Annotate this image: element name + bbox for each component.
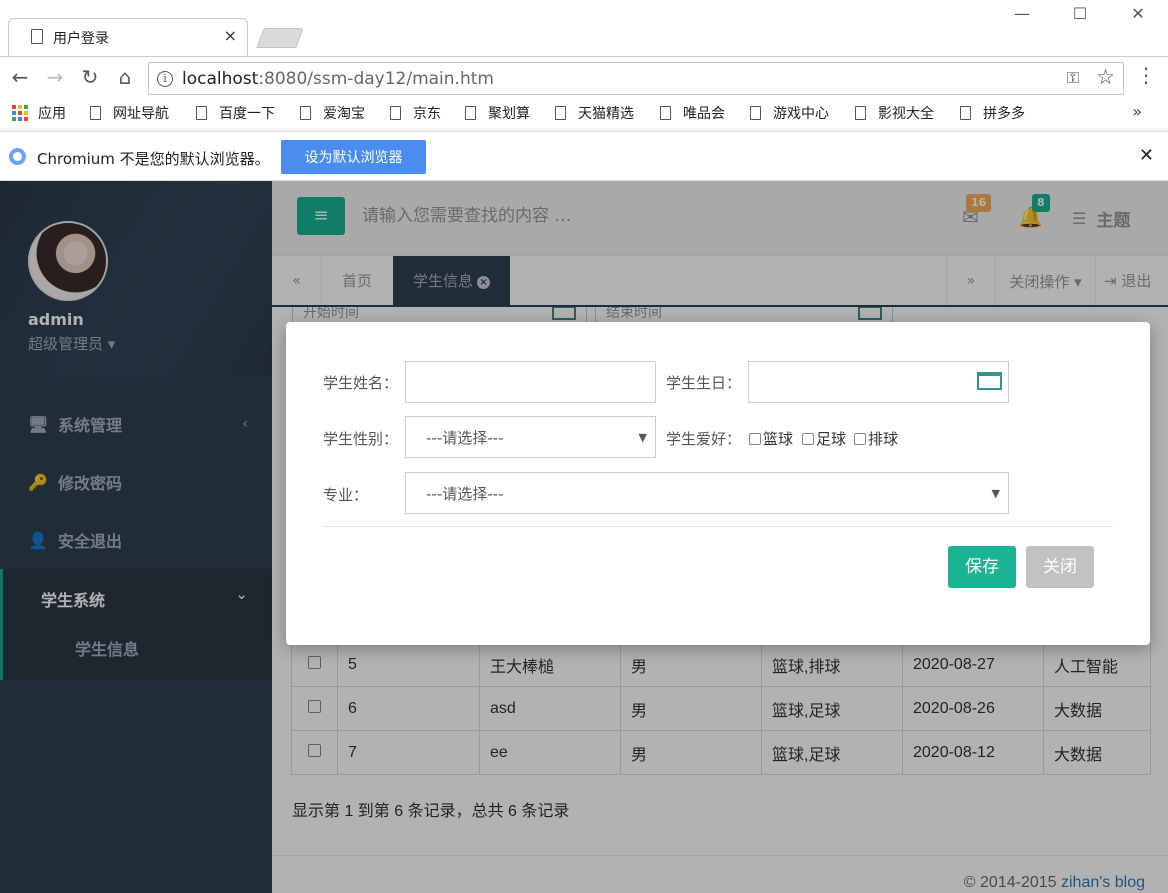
bookmark-item[interactable]: 唯品会 bbox=[660, 103, 725, 123]
bookmark-label: 网址导航 bbox=[113, 106, 169, 122]
home-icon[interactable]: ⌂ bbox=[113, 65, 137, 89]
gender-selected-value: ---请选择--- bbox=[426, 429, 504, 447]
bookmark-label: 应用 bbox=[38, 106, 66, 122]
hobby-checkbox[interactable] bbox=[749, 432, 761, 445]
page-icon bbox=[90, 106, 101, 120]
hobby-option-label: 排球 bbox=[868, 430, 899, 448]
reload-icon[interactable]: ↻ bbox=[78, 65, 102, 89]
browser-tabstrip: 用户登录 × — ☐ ✕ bbox=[0, 0, 1168, 56]
bookmark-item[interactable]: 京东 bbox=[390, 103, 441, 123]
birthday-label: 学生生日： bbox=[666, 374, 742, 392]
key-icon[interactable]: ⚿ bbox=[1067, 68, 1079, 88]
bookmark-label: 拼多多 bbox=[983, 106, 1025, 122]
infobar-message: Chromium 不是您的默认浏览器。 bbox=[37, 150, 270, 168]
bookmarks-more-icon[interactable]: » bbox=[1132, 102, 1142, 121]
bookmark-item[interactable]: 聚划算 bbox=[465, 103, 530, 123]
dropdown-caret-icon: ▼ bbox=[638, 431, 647, 444]
address-bar[interactable]: i localhost:8080/ssm-day12/main.htm ⚿ ☆ bbox=[148, 62, 1124, 95]
bookmark-label: 爱淘宝 bbox=[323, 106, 365, 122]
apps-grid-icon bbox=[12, 105, 28, 121]
bookmark-item[interactable]: 百度一下 bbox=[196, 103, 275, 123]
maximize-button[interactable]: ☐ bbox=[1060, 4, 1100, 23]
hobby-label: 学生爱好： bbox=[666, 430, 742, 448]
bookmark-item[interactable]: 拼多多 bbox=[960, 103, 1025, 123]
page-icon bbox=[750, 106, 761, 120]
student-birthday-input[interactable] bbox=[748, 361, 1009, 403]
name-label: 学生姓名： bbox=[323, 374, 399, 392]
url-host: localhost bbox=[182, 69, 259, 89]
page-icon bbox=[300, 106, 311, 120]
page-icon bbox=[660, 106, 671, 120]
bookmark-label: 影视大全 bbox=[878, 106, 934, 122]
bookmark-item[interactable]: 游戏中心 bbox=[750, 103, 829, 123]
bookmark-item[interactable]: 天猫精选 bbox=[555, 103, 634, 123]
bookmark-item[interactable]: 网址导航 bbox=[90, 103, 169, 123]
tab-close-icon[interactable]: × bbox=[224, 26, 237, 45]
page-icon bbox=[465, 106, 476, 120]
chromium-logo-icon bbox=[9, 148, 26, 165]
calendar-icon[interactable] bbox=[977, 372, 1002, 390]
admin-app: admin 超级管理员 ▾ 🖥 系统管理 ‹ 🔑 修改密码 👤 安全退出 学生系… bbox=[0, 181, 1168, 893]
page-icon bbox=[196, 106, 207, 120]
major-label: 专业： bbox=[323, 486, 369, 504]
page-icon bbox=[390, 106, 401, 120]
bookmark-star-icon[interactable]: ☆ bbox=[1096, 65, 1115, 89]
info-icon[interactable]: i bbox=[157, 71, 173, 87]
close-button[interactable]: 关闭 bbox=[1026, 546, 1094, 588]
bookmark-label: 百度一下 bbox=[219, 106, 275, 122]
modal-divider bbox=[322, 526, 1113, 527]
student-form-modal: 学生姓名： 学生生日： 学生性别： ---请选择--- ▼ 学生爱好： 篮球 足… bbox=[286, 322, 1150, 645]
dropdown-caret-icon: ▼ bbox=[991, 487, 1000, 500]
bookmark-label: 唯品会 bbox=[683, 106, 725, 122]
browser-tab-title: 用户登录 bbox=[53, 31, 109, 47]
bookmark-apps[interactable]: 应用 bbox=[12, 103, 66, 123]
set-default-browser-button[interactable]: 设为默认浏览器 bbox=[281, 140, 426, 174]
bookmark-item[interactable]: 影视大全 bbox=[855, 103, 934, 123]
bookmark-label: 京东 bbox=[413, 106, 441, 122]
bookmark-label: 游戏中心 bbox=[773, 106, 829, 122]
major-selected-value: ---请选择--- bbox=[426, 485, 504, 503]
new-tab-button[interactable] bbox=[256, 28, 304, 48]
bookmarks-bar: 应用 网址导航 百度一下 爱淘宝 京东 聚划算 天猫精选 唯品会 游戏中心 影视… bbox=[0, 98, 1168, 128]
save-button[interactable]: 保存 bbox=[948, 546, 1016, 588]
gender-select[interactable]: ---请选择--- ▼ bbox=[405, 416, 656, 458]
gender-label: 学生性别： bbox=[323, 430, 399, 448]
bookmark-item[interactable]: 爱淘宝 bbox=[300, 103, 365, 123]
page-icon bbox=[855, 106, 866, 120]
minimize-button[interactable]: — bbox=[1002, 4, 1042, 23]
hobby-checkbox[interactable] bbox=[854, 432, 866, 445]
url-text[interactable]: localhost:8080/ssm-day12/main.htm bbox=[182, 69, 494, 89]
major-select[interactable]: ---请选择--- ▼ bbox=[405, 472, 1009, 514]
page-icon bbox=[960, 106, 971, 120]
back-arrow-icon[interactable]: ← bbox=[8, 65, 32, 89]
bookmark-label: 聚划算 bbox=[488, 106, 530, 122]
hobby-option-volleyball[interactable]: 排球 bbox=[854, 428, 898, 449]
hobby-option-label: 足球 bbox=[816, 430, 847, 448]
page-icon bbox=[555, 106, 566, 120]
bookmark-label: 天猫精选 bbox=[578, 106, 634, 122]
browser-menu-icon[interactable]: ⋮ bbox=[1136, 63, 1156, 87]
browser-toolbar: ← → ↻ ⌂ i localhost:8080/ssm-day12/main.… bbox=[0, 56, 1168, 98]
url-path: :8080/ssm-day12/main.htm bbox=[258, 69, 494, 89]
default-browser-infobar: Chromium 不是您的默认浏览器。 设为默认浏览器 ✕ bbox=[0, 131, 1168, 181]
hobby-checkbox[interactable] bbox=[802, 432, 814, 445]
browser-tab[interactable]: 用户登录 × bbox=[8, 18, 248, 56]
page-icon bbox=[31, 29, 43, 44]
forward-arrow-icon[interactable]: → bbox=[43, 65, 67, 89]
infobar-close-icon[interactable]: ✕ bbox=[1139, 145, 1154, 166]
student-name-input[interactable] bbox=[405, 361, 656, 403]
hobby-option-label: 篮球 bbox=[763, 430, 794, 448]
window-close-button[interactable]: ✕ bbox=[1118, 4, 1158, 23]
hobby-option-football[interactable]: 足球 bbox=[802, 428, 846, 449]
hobby-option-basketball[interactable]: 篮球 bbox=[749, 428, 793, 449]
